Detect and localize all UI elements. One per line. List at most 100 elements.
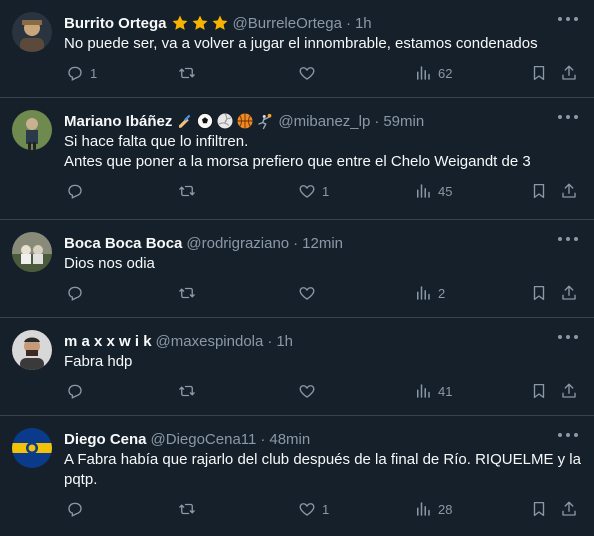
retweet-button[interactable] <box>178 284 202 302</box>
tweet-text-line: Fabra hdp <box>64 353 133 370</box>
bookmark-icon <box>533 285 545 301</box>
like-button[interactable] <box>298 64 322 82</box>
tweet-actions: 1 45 <box>64 172 578 212</box>
separator-dot: · <box>345 14 351 32</box>
bookmark-icon <box>533 65 545 81</box>
tweet[interactable]: Diego Cena @DiegoCena11 · 48min A Fabra … <box>0 416 594 536</box>
bookmark-button[interactable] <box>530 500 548 518</box>
retweet-icon <box>179 185 195 197</box>
reply-button[interactable] <box>66 182 90 200</box>
separator-dot: · <box>260 430 266 448</box>
more-icon[interactable] <box>558 432 578 438</box>
retweet-button[interactable] <box>178 182 202 200</box>
reply-icon <box>68 286 82 301</box>
views-button[interactable]: 28 <box>414 500 452 518</box>
tweet-text-line: Si hace falta que lo infiltren. <box>64 133 249 150</box>
tweet[interactable]: m a x x w i k @maxespindola · 1h Fabra h… <box>0 318 594 416</box>
bookmark-button[interactable] <box>530 382 548 400</box>
tweet-text-line: Antes que poner a la morsa prefiero que … <box>64 153 531 170</box>
timestamp[interactable]: 1h <box>276 333 293 350</box>
handle[interactable]: @mibanez_lp <box>278 113 370 130</box>
display-name[interactable]: Diego Cena <box>64 431 147 448</box>
display-name[interactable]: Boca Boca Boca <box>64 235 182 252</box>
tweet-text: Fabra hdp <box>64 352 578 372</box>
views-button[interactable]: 45 <box>414 182 452 200</box>
display-name[interactable]: Burrito Ortega <box>64 15 167 32</box>
display-name[interactable]: m a x x w i k <box>64 333 152 350</box>
tweet-header: Burrito Ortega @BurreleOrtega · 1h <box>64 12 578 34</box>
analytics-icon <box>417 502 430 516</box>
bookmark-button[interactable] <box>530 64 548 82</box>
share-button[interactable] <box>560 382 578 400</box>
bookmark-icon <box>533 383 545 399</box>
tweet-header: m a x x w i k @maxespindola · 1h <box>64 330 578 352</box>
volleyball-icon <box>217 113 233 129</box>
reply-button[interactable] <box>66 382 90 400</box>
tweet-actions: 1 28 <box>64 490 578 530</box>
bookmark-button[interactable] <box>530 284 548 302</box>
share-icon <box>562 285 576 300</box>
like-button[interactable]: 1 <box>298 182 329 200</box>
star-icon <box>212 15 228 30</box>
display-name[interactable]: Mariano Ibáñez <box>64 113 172 130</box>
tweet-text-line: A Fabra había que rajarlo del club despu… <box>64 451 581 488</box>
tweet-text: Si hace falta que lo infiltren. Antes qu… <box>64 132 578 172</box>
avatar[interactable] <box>12 232 52 272</box>
tweet-text-line: Dios nos odia <box>64 255 155 272</box>
retweet-button[interactable] <box>178 500 202 518</box>
analytics-icon <box>417 384 430 398</box>
more-icon[interactable] <box>558 236 578 242</box>
handle[interactable]: @DiegoCena11 <box>151 431 257 448</box>
more-icon[interactable] <box>558 334 578 340</box>
reply-button[interactable] <box>66 284 90 302</box>
timestamp[interactable]: 12min <box>302 235 343 252</box>
tweet[interactable]: Burrito Ortega @BurreleOrtega · 1h No pu… <box>0 0 594 98</box>
more-icon[interactable] <box>558 114 578 120</box>
views-button[interactable]: 62 <box>414 64 452 82</box>
handle[interactable]: @BurreleOrtega <box>233 15 342 32</box>
star-icon <box>192 15 208 30</box>
reply-icon <box>68 66 82 81</box>
tweet-actions: 41 <box>64 372 578 412</box>
share-icon <box>562 65 576 80</box>
like-button[interactable] <box>298 284 322 302</box>
share-button[interactable] <box>560 284 578 302</box>
tweet-header: Diego Cena @DiegoCena11 · 48min <box>64 428 578 450</box>
timestamp[interactable]: 48min <box>269 431 310 448</box>
tweet-text: Dios nos odia <box>64 254 578 274</box>
retweet-button[interactable] <box>178 382 202 400</box>
writing-hand-icon <box>179 114 191 128</box>
retweet-icon <box>179 385 195 397</box>
avatar[interactable] <box>12 12 52 52</box>
share-button[interactable] <box>560 182 578 200</box>
handle[interactable]: @maxespindola <box>156 333 264 350</box>
share-button[interactable] <box>560 64 578 82</box>
avatar[interactable] <box>12 428 52 468</box>
like-button[interactable]: 1 <box>298 500 329 518</box>
timestamp[interactable]: 1h <box>355 15 372 32</box>
handle[interactable]: @rodrigraziano <box>186 235 289 252</box>
reply-icon <box>68 502 82 517</box>
share-button[interactable] <box>560 500 578 518</box>
avatar[interactable] <box>12 330 52 370</box>
heart-icon <box>299 287 315 300</box>
tweet-text: A Fabra había que rajarlo del club despu… <box>64 450 584 490</box>
views-button[interactable]: 41 <box>414 382 452 400</box>
reply-button[interactable] <box>66 500 90 518</box>
analytics-icon <box>417 66 430 80</box>
more-icon[interactable] <box>558 16 578 22</box>
heart-icon <box>299 503 315 516</box>
tweet[interactable]: Boca Boca Boca @rodrigraziano · 12min Di… <box>0 220 594 318</box>
timestamp[interactable]: 59min <box>383 113 424 130</box>
share-icon <box>562 501 576 516</box>
avatar[interactable] <box>12 110 52 150</box>
view-count: 28 <box>438 501 453 517</box>
reply-button[interactable]: 1 <box>66 64 97 82</box>
bookmark-icon <box>533 501 545 517</box>
retweet-button[interactable] <box>178 64 202 82</box>
views-button[interactable]: 2 <box>414 284 445 302</box>
tweet[interactable]: Mariano Ibáñez @mibanez_lp · 59min Si ha… <box>0 98 594 220</box>
like-button[interactable] <box>298 382 322 400</box>
share-icon <box>562 383 576 398</box>
bookmark-button[interactable] <box>530 182 548 200</box>
